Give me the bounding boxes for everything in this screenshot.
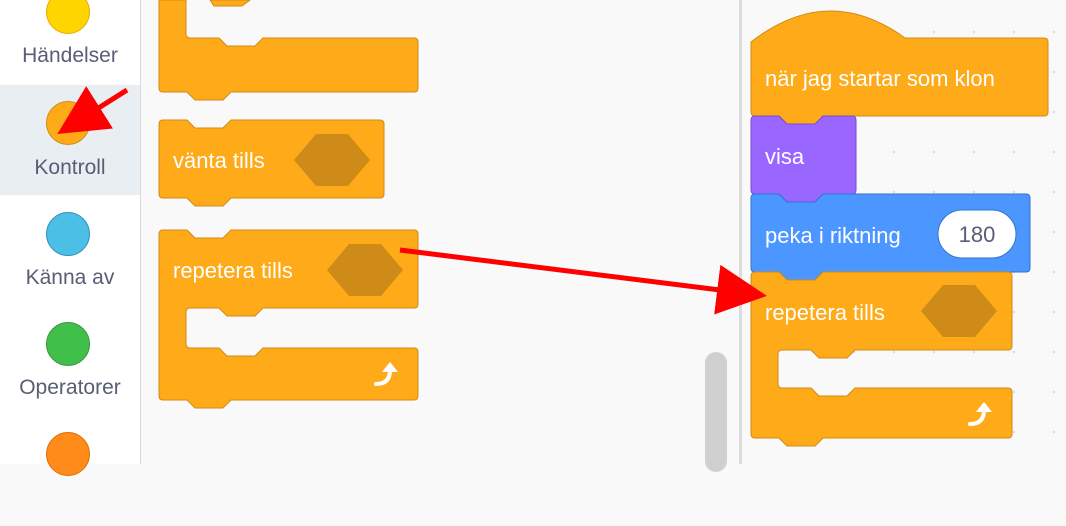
repeat-until-label: repetera tills — [765, 300, 885, 325]
wait-until-label: vänta tills — [173, 148, 265, 173]
palette-c-block-partial[interactable] — [158, 0, 419, 101]
point-in-direction-label: peka i riktning — [765, 223, 901, 248]
hat-block-label: när jag startar som klon — [765, 66, 995, 91]
show-block-label: visa — [765, 144, 805, 169]
direction-value: 180 — [959, 222, 996, 247]
annotation-arrow-to-control — [57, 86, 129, 135]
blocks-canvas: vänta tills repetera tills när jag start… — [57, 0, 1049, 447]
palette-repeat-until-label: repetera tills — [173, 258, 293, 283]
palette-c-block-notch — [209, 0, 251, 7]
annotation-arrow-to-script — [399, 247, 767, 315]
